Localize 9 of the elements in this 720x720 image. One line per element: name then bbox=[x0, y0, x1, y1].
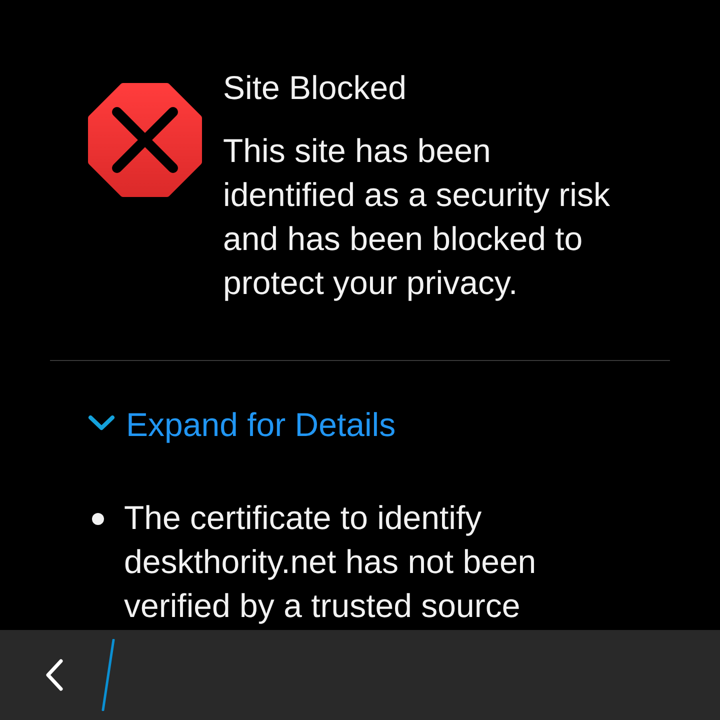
divider-slash bbox=[101, 639, 115, 711]
chevron-down-icon bbox=[88, 415, 115, 431]
expand-details-link[interactable]: Expand for Details bbox=[88, 403, 396, 447]
chevron-left-icon bbox=[45, 659, 64, 691]
bullet-dot-icon bbox=[92, 513, 104, 525]
detail-text: The certificate to identify deskthority.net has not been verified by a trusted source bbox=[124, 498, 538, 626]
message-text: This site has been identified as a security risk and has been blocked to protect your privacy. bbox=[223, 131, 611, 303]
dialog-title: Site Blocked bbox=[223, 68, 408, 108]
stop-sign-icon bbox=[88, 83, 202, 197]
